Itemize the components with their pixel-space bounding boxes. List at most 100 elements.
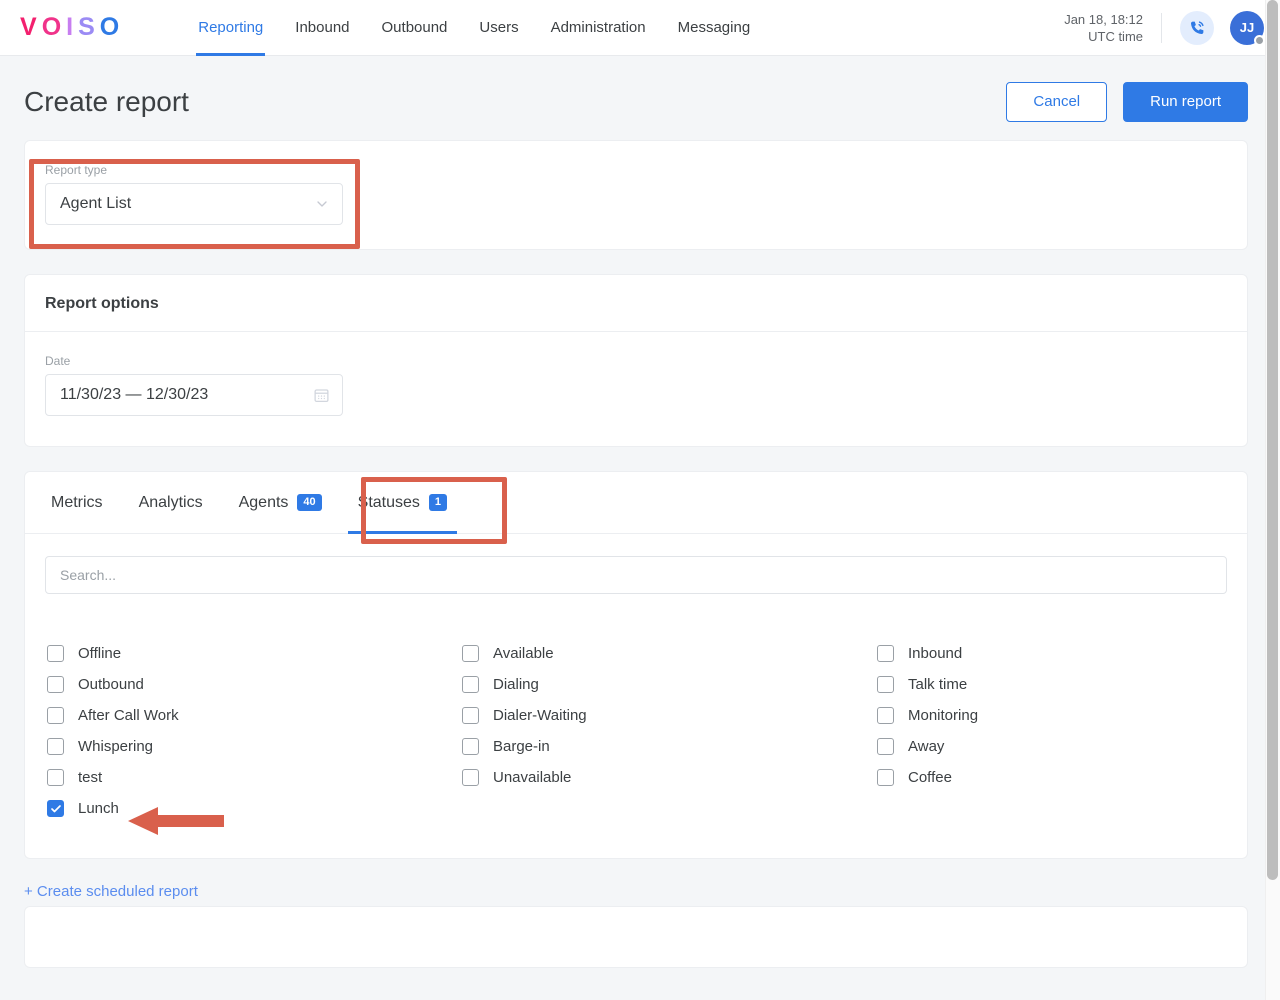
status-option-available[interactable]: Available [462, 638, 877, 669]
utc-clock: Jan 18, 18:12 UTC time [1064, 11, 1161, 45]
checkbox-icon[interactable] [877, 738, 894, 755]
phone-ring-icon[interactable] [1180, 10, 1214, 45]
status-label: Whispering [78, 738, 154, 755]
status-label: Offline [78, 645, 122, 662]
date-range-value: 11/30/23 — 12/30/23 [60, 386, 209, 403]
avatar-initials: JJ [1239, 20, 1255, 35]
nav-item-administration[interactable]: Administration [535, 0, 662, 56]
status-option-whispering[interactable]: Whispering [47, 731, 462, 762]
topbar-divider [1161, 12, 1162, 43]
status-option-after-call-work[interactable]: After Call Work [47, 700, 462, 731]
status-option-coffee[interactable]: Coffee [877, 762, 1227, 793]
voiso-logo[interactable]: V O I S O [20, 13, 124, 42]
checkbox-icon[interactable] [47, 676, 64, 693]
checkbox-icon[interactable] [877, 707, 894, 724]
tab-metrics-label: Metrics [51, 493, 103, 511]
avatar-status-dot [1254, 34, 1265, 46]
tab-analytics-label: Analytics [138, 493, 203, 511]
status-label: Outbound [78, 676, 144, 693]
status-column-2: Available Dialing Dialer-Waiting Barge-i… [462, 638, 877, 824]
status-label: test [78, 769, 103, 786]
clock-datetime: Jan 18, 18:12 [1064, 11, 1143, 27]
status-option-talk-time[interactable]: Talk time [877, 669, 1227, 700]
status-label: Lunch [78, 800, 119, 817]
checkbox-icon[interactable] [462, 738, 479, 755]
status-label: Coffee [908, 769, 952, 786]
run-report-button[interactable]: Run report [1123, 82, 1248, 122]
search-input[interactable] [45, 556, 1227, 594]
status-label: Available [493, 645, 554, 662]
status-option-test[interactable]: test [47, 762, 462, 793]
date-label: Date [45, 354, 71, 368]
topbar-right-cluster: Jan 18, 18:12 UTC time JJ [1064, 0, 1265, 56]
checkbox-icon[interactable] [47, 707, 64, 724]
nav-item-outbound[interactable]: Outbound [366, 0, 464, 56]
create-scheduled-report-link[interactable]: + Create scheduled report [24, 883, 198, 900]
tab-statuses[interactable]: Statuses 1 [340, 472, 465, 534]
status-label: After Call Work [78, 707, 179, 724]
header-actions: Cancel Run report [1006, 82, 1248, 122]
status-label: Dialer-Waiting [493, 707, 587, 724]
report-type-select[interactable]: Agent List [45, 183, 343, 225]
logo-letter: S [78, 13, 100, 41]
logo-letter: O [41, 13, 67, 41]
main-nav: Reporting Inbound Outbound Users Adminis… [182, 0, 766, 56]
scheduled-report-card [24, 906, 1248, 968]
page-scrollbar-thumb[interactable] [1267, 0, 1278, 880]
status-option-barge-in[interactable]: Barge-in [462, 731, 877, 762]
report-type-label: Report type [45, 163, 108, 177]
tab-agents[interactable]: Agents 40 [221, 472, 340, 534]
top-navigation-bar: V O I S O Reporting Inbound Outbound Use… [0, 0, 1280, 56]
report-type-card: Report type Agent List [24, 140, 1248, 250]
status-label: Away [908, 738, 945, 755]
nav-item-inbound[interactable]: Inbound [279, 0, 365, 56]
checkbox-icon[interactable] [877, 645, 894, 662]
avatar[interactable]: JJ [1230, 10, 1265, 46]
nav-item-reporting[interactable]: Reporting [182, 0, 279, 56]
nav-item-users[interactable]: Users [463, 0, 534, 56]
page-title: Create report [24, 86, 189, 117]
calendar-icon[interactable] [313, 387, 330, 404]
checkbox-icon[interactable] [47, 769, 64, 786]
status-label: Unavailable [493, 769, 572, 786]
selection-tabs: Metrics Analytics Agents 40 Statuses 1 [25, 472, 1247, 534]
tab-agents-label: Agents [238, 493, 289, 511]
status-option-dialer-waiting[interactable]: Dialer-Waiting [462, 700, 877, 731]
checkbox-icon[interactable] [877, 676, 894, 693]
logo-letter: V [20, 13, 42, 41]
scheduled-report-empty-area [25, 907, 1247, 967]
checkbox-icon[interactable] [462, 676, 479, 693]
status-option-unavailable[interactable]: Unavailable [462, 762, 877, 793]
status-option-lunch[interactable]: Lunch [47, 793, 462, 824]
tab-agents-badge: 40 [297, 494, 322, 511]
checkbox-icon[interactable] [462, 645, 479, 662]
report-options-card: Report options Date 11/30/23 — 12/30/23 [24, 274, 1248, 447]
status-option-inbound[interactable]: Inbound [877, 638, 1227, 669]
nav-item-messaging[interactable]: Messaging [662, 0, 767, 56]
tab-statuses-badge: 1 [428, 494, 448, 511]
logo-letter: O [99, 13, 125, 41]
status-option-outbound[interactable]: Outbound [47, 669, 462, 700]
tab-analytics[interactable]: Analytics [121, 472, 221, 534]
checkbox-icon[interactable] [462, 769, 479, 786]
report-options-title: Report options [25, 275, 1247, 332]
checkbox-icon[interactable] [47, 738, 64, 755]
status-option-monitoring[interactable]: Monitoring [877, 700, 1227, 731]
selection-card: Metrics Analytics Agents 40 Statuses 1 O… [24, 471, 1248, 859]
search-row [25, 534, 1247, 604]
checkbox-icon[interactable] [47, 645, 64, 662]
checkbox-icon[interactable] [877, 769, 894, 786]
status-label: Monitoring [908, 707, 979, 724]
cancel-button[interactable]: Cancel [1006, 82, 1108, 122]
tab-metrics[interactable]: Metrics [33, 472, 121, 534]
status-option-offline[interactable]: Offline [47, 638, 462, 669]
logo-letter: I [66, 13, 79, 41]
status-label: Inbound [908, 645, 963, 662]
status-option-away[interactable]: Away [877, 731, 1227, 762]
clock-timezone: UTC time [1088, 28, 1143, 44]
checkbox-icon[interactable] [462, 707, 479, 724]
checkbox-checked-icon[interactable] [47, 800, 64, 817]
status-option-dialing[interactable]: Dialing [462, 669, 877, 700]
status-checkbox-grid: Offline Outbound After Call Work Whisper… [25, 604, 1247, 858]
date-range-input[interactable]: 11/30/23 — 12/30/23 [45, 374, 343, 416]
